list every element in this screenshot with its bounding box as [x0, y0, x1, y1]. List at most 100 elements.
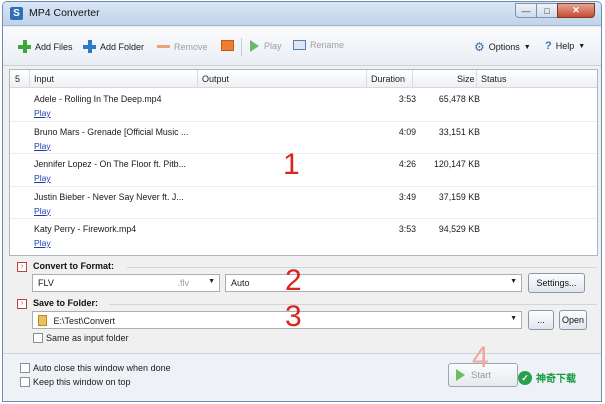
app-icon: S	[10, 7, 23, 20]
folder-path: E:\Test\Convert	[53, 316, 116, 326]
keep-on-top-label: Keep this window on top	[33, 377, 131, 387]
add-folder-icon	[83, 40, 96, 53]
play-link[interactable]: Play	[34, 206, 51, 216]
chevron-down-icon: ▼	[578, 42, 586, 50]
format-select[interactable]: FLV .flv ▼	[32, 274, 220, 292]
close-button[interactable]: ✕	[557, 3, 595, 18]
file-name: Justin Bieber - Never Say Never ft. J...	[34, 191, 184, 202]
file-name: Bruno Mars - Grenade [Official Music ...	[34, 126, 189, 137]
play-button[interactable]: Play	[250, 40, 282, 52]
save-folder-label: Save to Folder:	[33, 298, 99, 308]
start-icon	[456, 369, 465, 381]
rename-icon	[293, 40, 306, 50]
stop-button[interactable]	[221, 40, 238, 51]
folder-icon	[38, 315, 47, 326]
file-row[interactable]: Jennifer Lopez - On The Floor ft. Pitb..…	[10, 154, 597, 187]
add-folder-label: Add Folder	[100, 41, 145, 52]
quality-select[interactable]: Auto ▼	[225, 274, 522, 292]
collapse-save-button[interactable]: ›	[17, 299, 27, 309]
folder-path-select[interactable]: E:\Test\Convert ▼	[32, 311, 522, 329]
auto-close-checkbox[interactable]	[20, 363, 30, 373]
collapse-convert-button[interactable]: ›	[17, 262, 27, 272]
column-separator	[29, 70, 30, 88]
remove-label: Remove	[174, 41, 208, 52]
toolbar: Add Files Add Folder Remove Play Rename …	[3, 27, 601, 66]
column-header-input[interactable]: Input	[34, 74, 54, 84]
browse-button[interactable]: ...	[528, 310, 554, 330]
chevron-down-icon: ▼	[510, 278, 517, 285]
file-size: 33,151 KB	[438, 126, 480, 137]
toolbar-separator	[241, 38, 242, 56]
mp4-converter-window: S MP4 Converter — □ ✕ Add Files Add Fold…	[2, 1, 602, 402]
annotation-number: 1	[283, 148, 300, 181]
annotation-number: 2	[285, 264, 302, 297]
add-files-button[interactable]: Add Files	[18, 40, 73, 53]
file-size: 65,478 KB	[438, 94, 480, 104]
watermark-text: 神奇下载	[536, 374, 576, 385]
add-files-label: Add Files	[35, 41, 73, 52]
column-header-duration[interactable]: Duration	[371, 74, 405, 84]
file-row[interactable]: Katy Perry - Firework.mp4 Play 3:53 94,5…	[10, 219, 597, 252]
window-title: MP4 Converter	[29, 7, 100, 19]
file-row[interactable]: Adele - Rolling In The Deep.mp4 Play 3:5…	[10, 89, 597, 122]
convert-format-label: Convert to Format:	[33, 261, 114, 271]
file-list-header: 5 Input Output Duration Size Status	[10, 70, 597, 88]
file-row[interactable]: Bruno Mars - Grenade [Official Music ...…	[10, 122, 597, 154]
auto-close-label: Auto close this window when done	[33, 363, 171, 373]
window-controls: — □ ✕	[515, 3, 595, 18]
gear-icon: ⚙	[474, 40, 485, 54]
minimize-button[interactable]: —	[515, 3, 537, 18]
column-header-output[interactable]: Output	[202, 74, 229, 84]
remove-button[interactable]: Remove	[157, 40, 208, 53]
chevron-down-icon: ▼	[510, 315, 517, 322]
help-menu[interactable]: ? Help ▼	[545, 40, 585, 52]
file-size: 94,529 KB	[438, 224, 480, 234]
play-link[interactable]: Play	[34, 141, 51, 151]
file-size: 37,159 KB	[438, 191, 480, 202]
open-folder-button[interactable]: Open	[559, 310, 587, 330]
same-as-input-label: Same as input folder	[46, 333, 129, 343]
column-separator	[412, 70, 413, 88]
format-extension: .flv	[177, 278, 189, 288]
file-count: 5	[15, 74, 21, 84]
play-link[interactable]: Play	[34, 238, 51, 248]
options-menu[interactable]: ⚙ Options ▼	[474, 40, 531, 54]
file-row[interactable]: Justin Bieber - Never Say Never ft. J...…	[10, 187, 597, 219]
file-name: Jennifer Lopez - On The Floor ft. Pitb..…	[34, 159, 186, 169]
play-icon	[250, 40, 259, 52]
help-icon: ?	[545, 40, 552, 52]
play-link[interactable]: Play	[34, 108, 51, 118]
title-bar: S MP4 Converter — □ ✕	[3, 2, 601, 26]
watermark: ✓ 神奇下载	[518, 370, 576, 385]
watermark-logo-icon: ✓	[518, 370, 532, 385]
annotation-number: 4	[472, 341, 489, 374]
section-divider	[127, 267, 597, 268]
add-files-icon	[18, 40, 31, 53]
column-separator	[366, 70, 367, 88]
play-link[interactable]: Play	[34, 173, 51, 183]
keep-on-top-checkbox[interactable]	[20, 377, 30, 387]
column-header-status[interactable]: Status	[481, 74, 507, 84]
chevron-down-icon: ▼	[208, 278, 215, 285]
same-as-input-checkbox[interactable]	[33, 333, 43, 343]
stop-icon	[221, 40, 234, 51]
remove-icon	[157, 40, 170, 53]
section-divider	[109, 304, 597, 305]
rename-label: Rename	[310, 40, 345, 50]
settings-button[interactable]: Settings...	[528, 273, 585, 293]
annotation-number: 3	[285, 300, 302, 333]
file-name: Adele - Rolling In The Deep.mp4	[34, 94, 162, 104]
add-folder-button[interactable]: Add Folder	[83, 40, 144, 53]
help-label: Help	[555, 41, 575, 51]
rename-button[interactable]: Rename	[293, 40, 344, 50]
chevron-down-icon: ▼	[523, 43, 531, 51]
column-header-size[interactable]: Size	[457, 74, 475, 84]
maximize-button[interactable]: □	[536, 3, 558, 18]
play-label: Play	[264, 41, 282, 51]
options-label: Options	[488, 42, 520, 52]
column-separator	[197, 70, 198, 88]
format-value: FLV	[38, 278, 54, 288]
file-name: Katy Perry - Firework.mp4	[34, 224, 137, 234]
file-size: 120,147 KB	[434, 159, 480, 169]
file-list[interactable]: 5 Input Output Duration Size Status Adel…	[9, 69, 598, 256]
